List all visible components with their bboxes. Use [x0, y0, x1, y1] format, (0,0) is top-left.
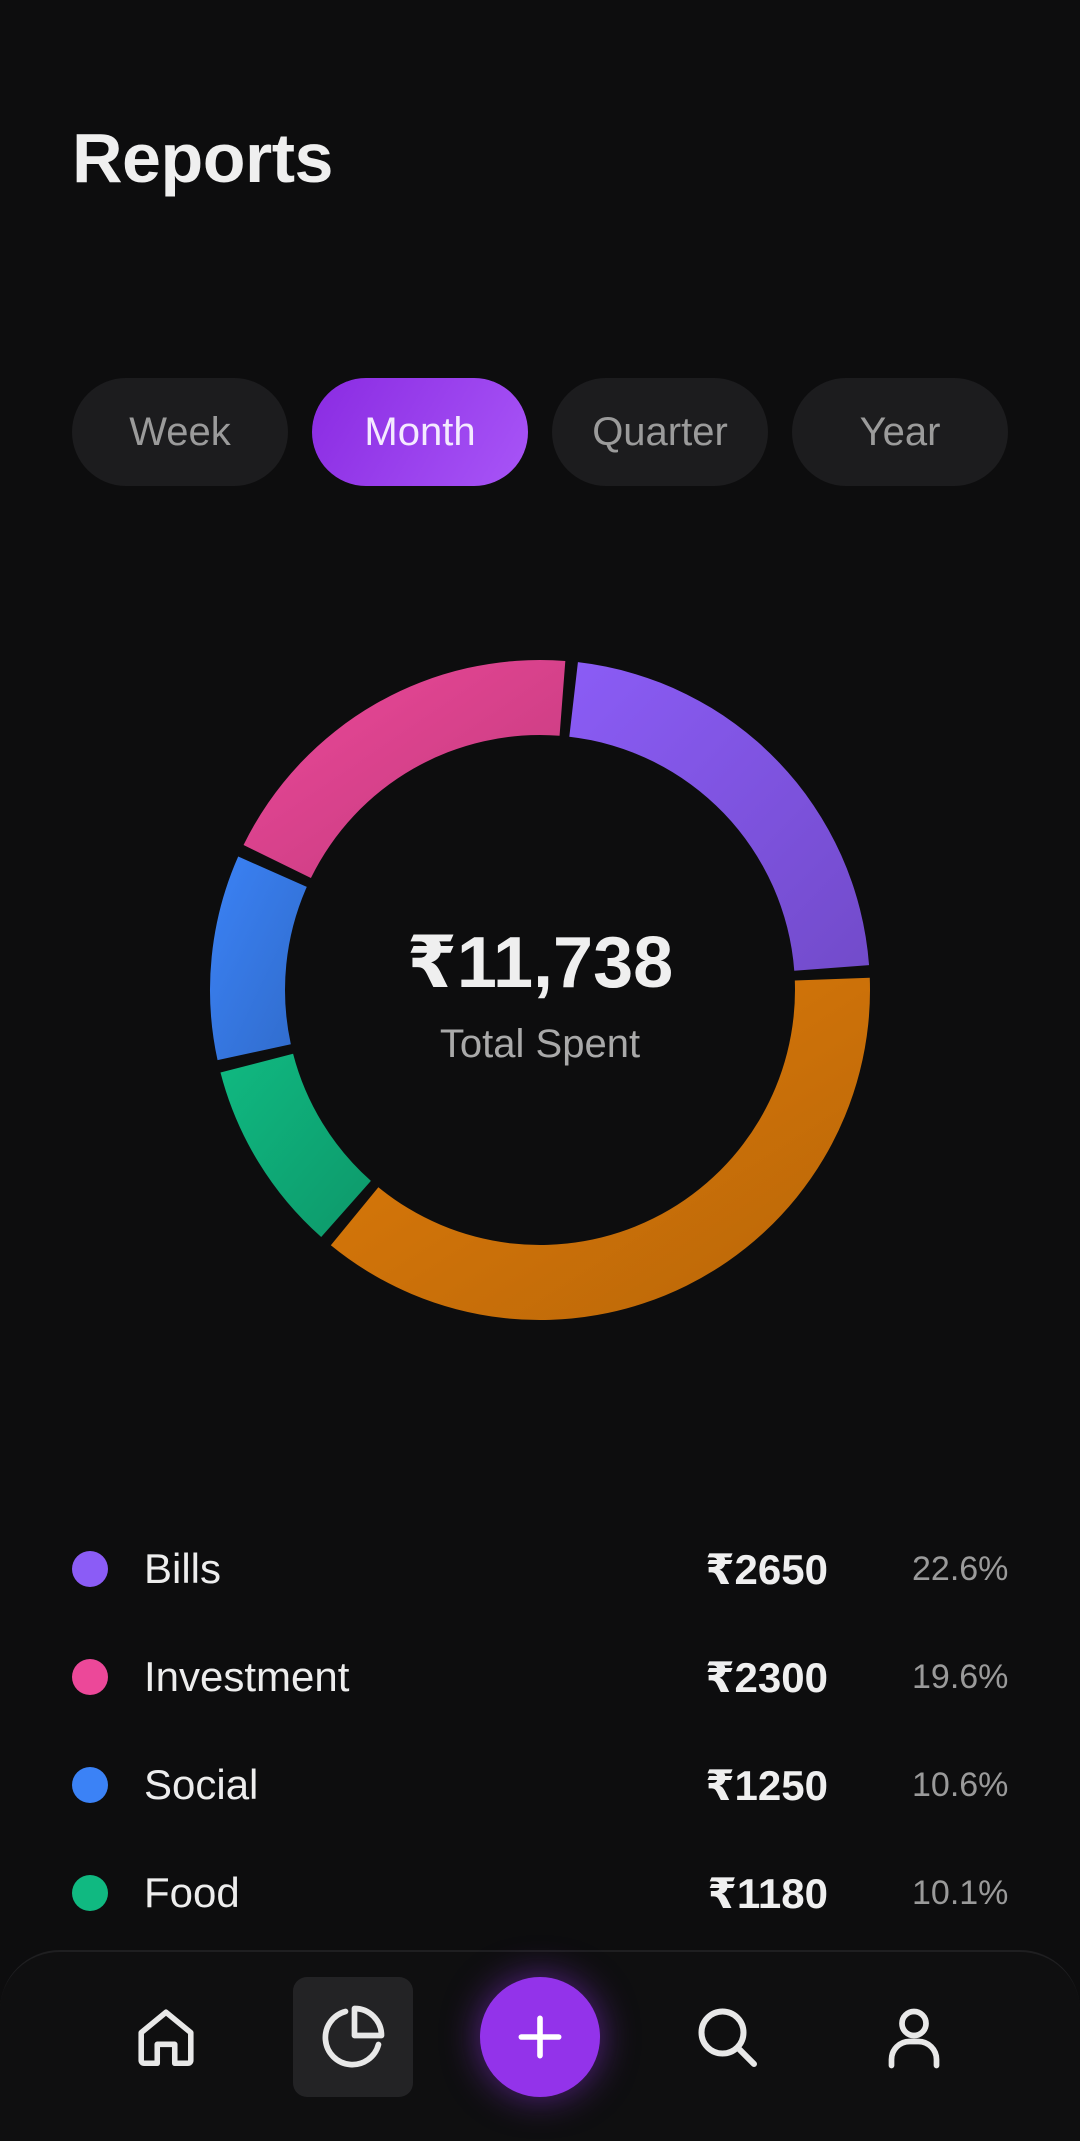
home-icon [138, 2009, 194, 2067]
category-amount: ₹1250 [705, 1761, 828, 1809]
category-color-dot [72, 1659, 108, 1695]
nav-home-button[interactable] [106, 1977, 226, 2097]
category-name: Bills [144, 1545, 222, 1592]
add-transaction-button[interactable] [480, 1977, 600, 2097]
total-spent-value: ₹11,738 [406, 922, 674, 1003]
category-name: Investment [144, 1653, 350, 1700]
category-amount: ₹2650 [705, 1545, 828, 1593]
tab-month[interactable]: Month [312, 378, 528, 486]
tab-year[interactable]: Year [792, 378, 1008, 486]
nav-profile-button[interactable] [854, 1977, 974, 2097]
category-row-food[interactable]: Food ₹1180 10.1% [72, 1839, 1008, 1947]
category-amount: ₹2300 [705, 1653, 828, 1701]
category-name: Social [144, 1761, 259, 1808]
category-row-investment[interactable]: Investment ₹2300 19.6% [72, 1623, 1008, 1731]
category-amount: ₹1180 [707, 1869, 828, 1917]
category-name: Food [144, 1869, 240, 1916]
period-tabs: Week Month Quarter Year [72, 378, 1008, 486]
total-spent-label: Total Spent [439, 1021, 641, 1066]
category-percent: 22.6% [912, 1549, 1009, 1588]
donut-center: ₹11,738 Total Spent [200, 650, 880, 1330]
category-percent: 10.1% [912, 1873, 1009, 1912]
tab-week[interactable]: Week [72, 378, 288, 486]
bottom-nav-bar [0, 1950, 1080, 2141]
reports-screen: Reports Week Month Quarter Year ₹11,738 … [0, 0, 1080, 2141]
plus-icon [518, 2015, 562, 2059]
tab-quarter[interactable]: Quarter [552, 378, 768, 486]
category-percent: 19.6% [912, 1657, 1009, 1696]
nav-reports-button[interactable] [293, 1977, 413, 2097]
search-icon [698, 2008, 757, 2067]
pie-chart-icon [322, 2005, 385, 2068]
category-percent: 10.6% [912, 1765, 1009, 1804]
category-row-bills[interactable]: Bills ₹2650 22.6% [72, 1515, 1008, 1623]
spending-donut-chart: ₹11,738 Total Spent [200, 650, 880, 1330]
nav-search-button[interactable] [667, 1977, 787, 2097]
category-list: Bills ₹2650 22.6% Investment ₹2300 19.6%… [72, 1515, 1008, 1947]
category-color-dot [72, 1767, 108, 1803]
category-row-social[interactable]: Social ₹1250 10.6% [72, 1731, 1008, 1839]
page-title: Reports [72, 119, 333, 197]
category-color-dot [72, 1875, 108, 1911]
user-icon [888, 2008, 940, 2069]
category-color-dot [72, 1551, 108, 1587]
